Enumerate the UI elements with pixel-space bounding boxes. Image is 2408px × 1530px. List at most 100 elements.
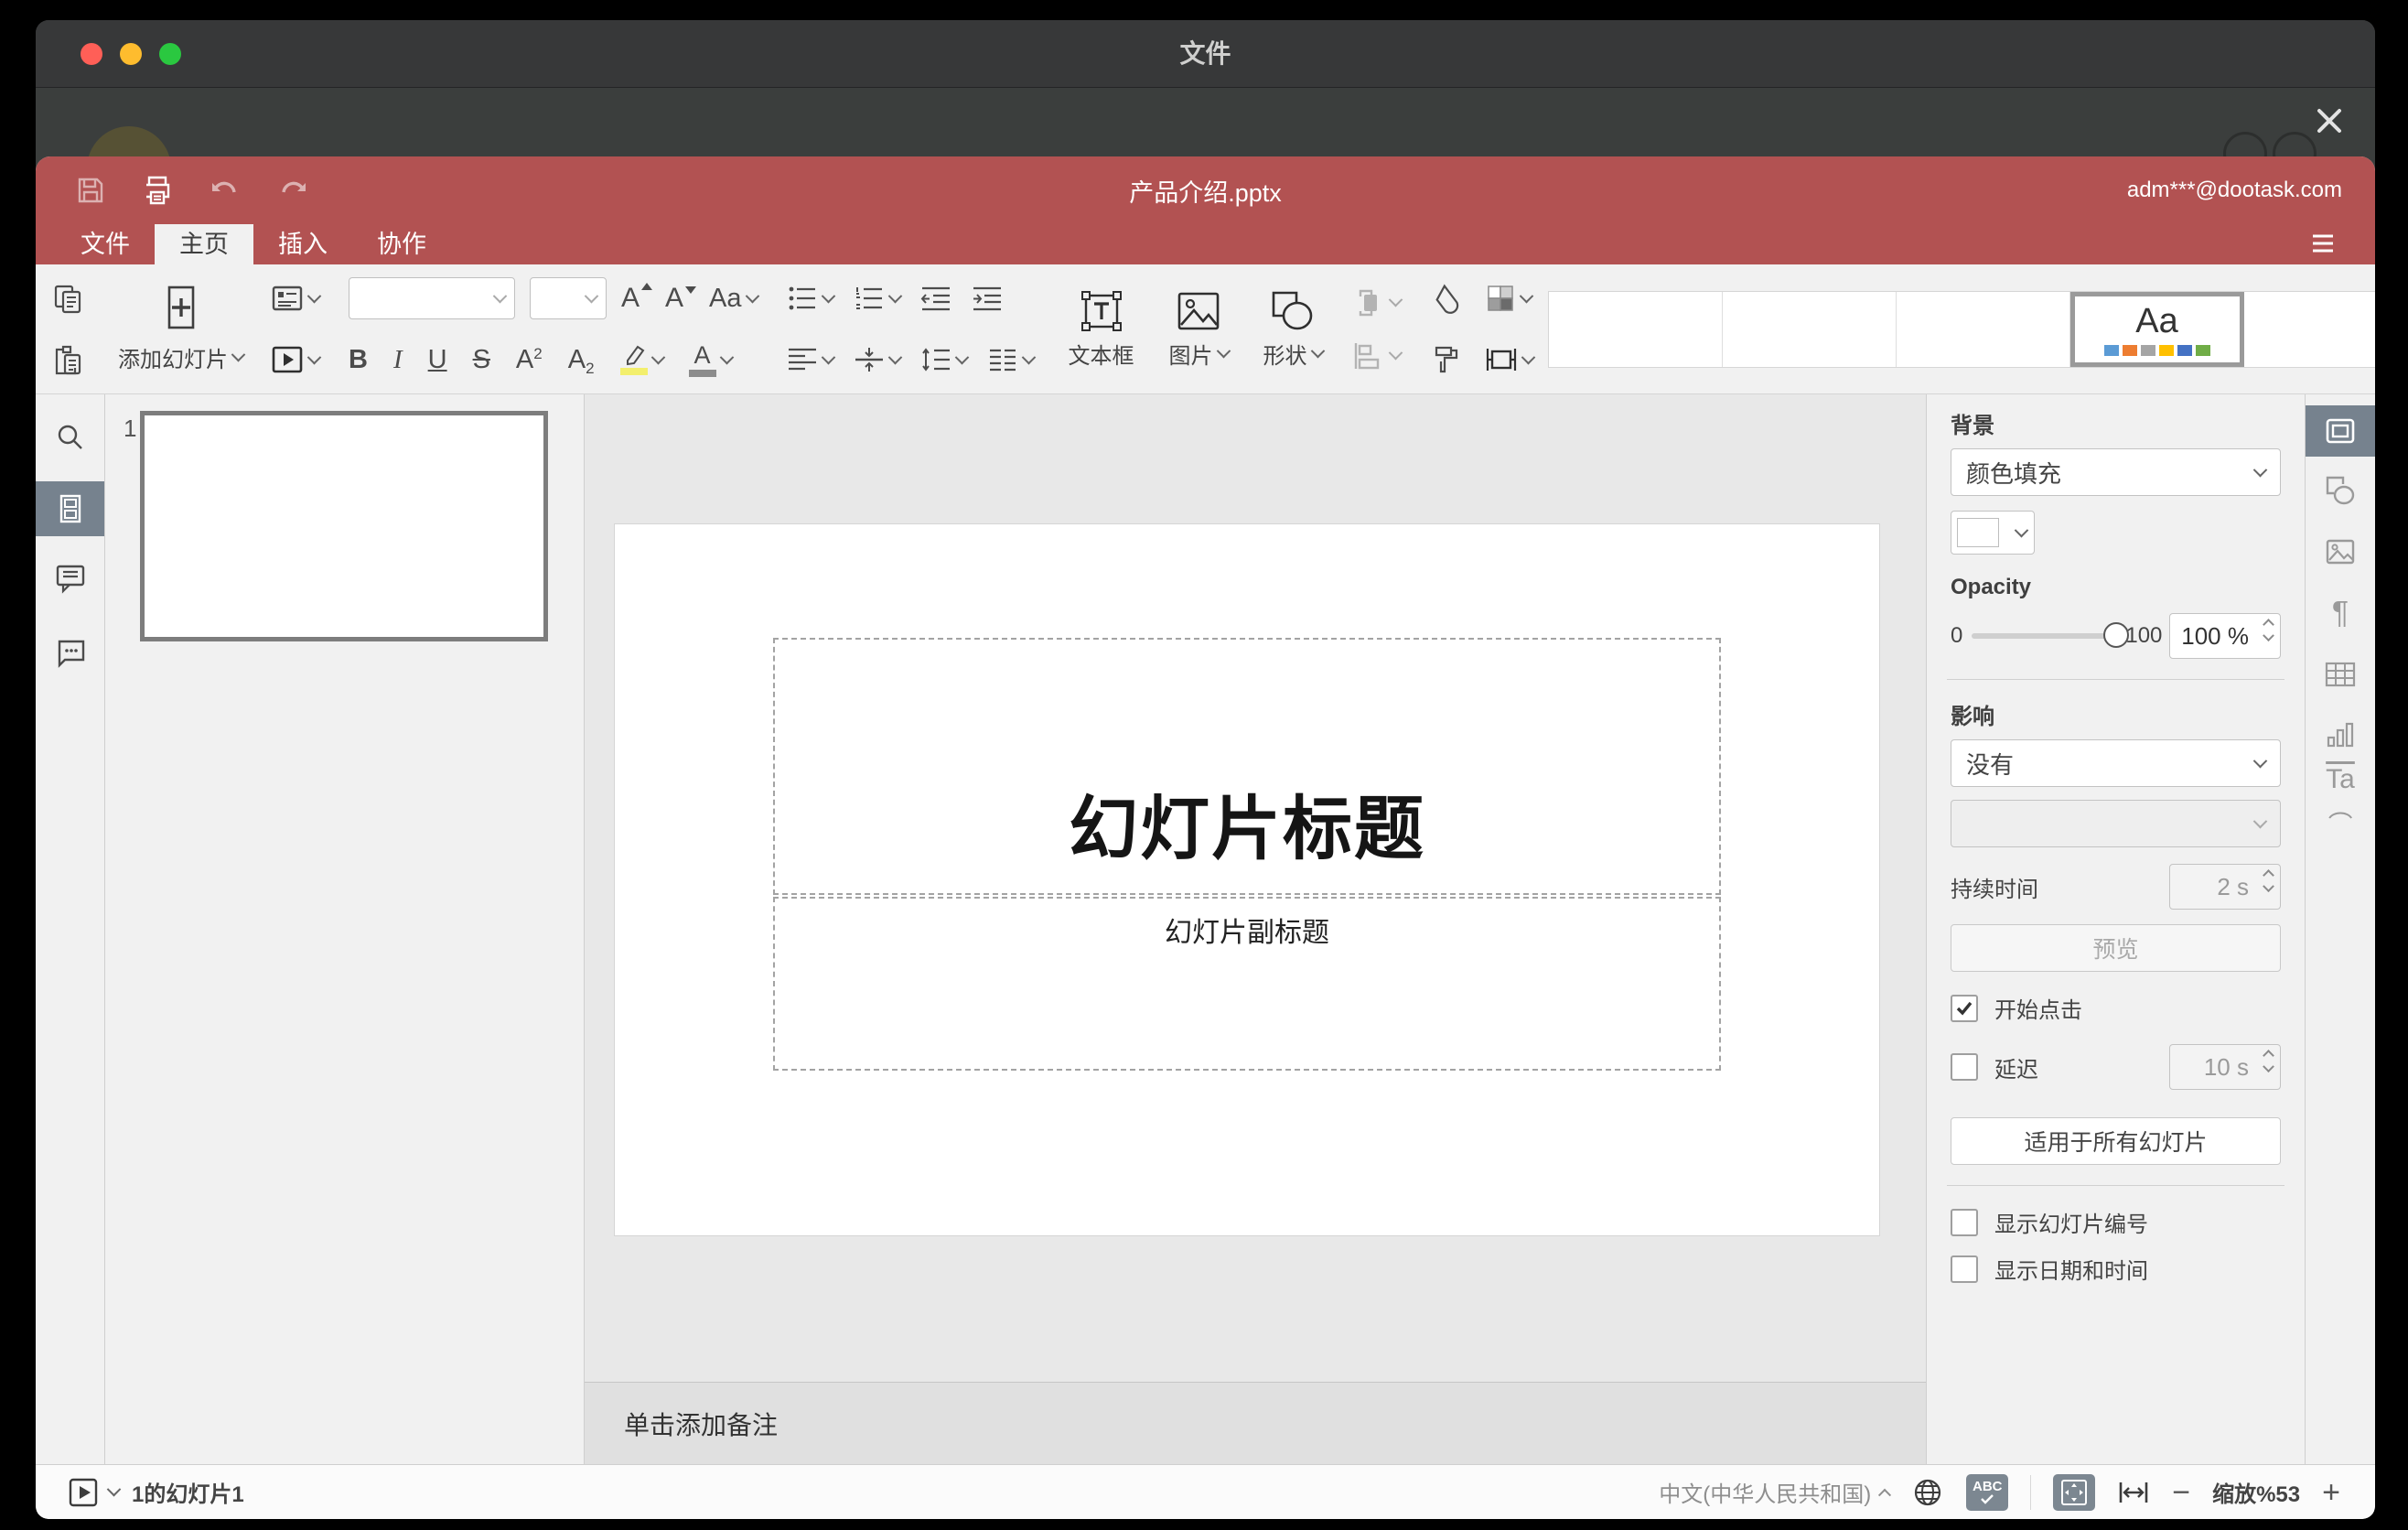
- opacity-slider[interactable]: [1972, 622, 2130, 648]
- effect-select[interactable]: 没有: [1951, 739, 2281, 787]
- decrease-font-button[interactable]: A: [665, 283, 697, 314]
- strikethrough-button[interactable]: S: [473, 345, 490, 375]
- subtitle-placeholder[interactable]: 幻灯片副标题: [773, 897, 1721, 1071]
- slide-size-button[interactable]: [1485, 344, 1535, 375]
- close-modal-icon[interactable]: [2311, 102, 2348, 139]
- language-selector[interactable]: 中文(中华人民共和国): [1659, 1476, 1892, 1508]
- spellcheck-toggle[interactable]: ABC: [1966, 1473, 2009, 1511]
- globe-icon[interactable]: [1911, 1476, 1944, 1509]
- tab-insert[interactable]: 插入: [253, 224, 352, 264]
- columns-button[interactable]: [987, 346, 1036, 373]
- theme-thumbnail[interactable]: [1722, 291, 1897, 367]
- paste-icon[interactable]: [52, 344, 83, 375]
- ribbon-tabs: 文件 主页 插入 协作: [36, 224, 2375, 264]
- effect-option-select: [1951, 800, 2281, 847]
- insert-picture-button[interactable]: 图片: [1164, 288, 1234, 370]
- start-on-click-checkbox[interactable]: [1951, 994, 1978, 1022]
- chevron-down-icon: [1216, 343, 1231, 359]
- spinner-buttons[interactable]: [2263, 619, 2274, 642]
- fill-color-picker[interactable]: [1951, 511, 2035, 555]
- chart-settings-icon[interactable]: [2323, 717, 2358, 752]
- redo-icon[interactable]: [277, 175, 308, 206]
- copy-icon[interactable]: [52, 283, 83, 314]
- slideshow-icon: [272, 346, 303, 373]
- tab-home[interactable]: 主页: [155, 224, 253, 264]
- title-placeholder[interactable]: 幻灯片标题: [773, 638, 1721, 895]
- arrange-shape-button[interactable]: [1352, 287, 1403, 318]
- slides-panel-icon[interactable]: [54, 492, 87, 525]
- chevron-down-icon[interactable]: [106, 1482, 122, 1497]
- fit-width-icon[interactable]: [2117, 1479, 2150, 1506]
- show-slide-number-checkbox[interactable]: [1951, 1208, 1978, 1236]
- save-icon[interactable]: [76, 176, 105, 205]
- font-color-button[interactable]: A: [688, 342, 734, 377]
- search-icon[interactable]: [54, 421, 87, 454]
- line-spacing-button[interactable]: [920, 346, 969, 373]
- undo-icon[interactable]: [210, 175, 241, 206]
- change-case-button[interactable]: Aa: [709, 284, 759, 314]
- numbered-list-button[interactable]: [854, 285, 902, 312]
- fit-slide-toggle[interactable]: [2053, 1473, 2096, 1511]
- horizontal-align-button[interactable]: [787, 346, 835, 373]
- italic-button[interactable]: I: [393, 345, 403, 375]
- add-slide-icon: [167, 286, 194, 329]
- columns-icon: [989, 349, 1016, 372]
- color-scheme-button[interactable]: [1485, 283, 1533, 314]
- increase-font-button[interactable]: A: [621, 283, 653, 314]
- slide-layout-button[interactable]: [271, 283, 322, 314]
- slide-canvas[interactable]: 幻灯片标题 幻灯片副标题: [615, 524, 1879, 1235]
- increase-indent-icon[interactable]: [972, 285, 1003, 312]
- vertical-align-button[interactable]: [854, 346, 902, 373]
- superscript-button[interactable]: A2: [516, 345, 543, 375]
- align-shape-button[interactable]: [1352, 340, 1403, 372]
- slide-thumbnails-panel: 1: [105, 394, 585, 1464]
- start-slideshow-button[interactable]: [271, 344, 322, 375]
- notes-area[interactable]: 单击添加备注: [585, 1382, 1926, 1464]
- paragraph-settings-icon[interactable]: ¶: [2332, 596, 2349, 631]
- font-name-select[interactable]: [349, 277, 515, 319]
- zoom-out-button[interactable]: −: [2172, 1477, 2190, 1508]
- tab-file[interactable]: 文件: [56, 224, 155, 264]
- theme-thumbnail[interactable]: [1896, 291, 2070, 367]
- delay-checkbox[interactable]: [1951, 1053, 1978, 1081]
- chat-icon[interactable]: [53, 634, 88, 669]
- copy-style-icon[interactable]: [1430, 344, 1463, 375]
- menu-hamburger-icon[interactable]: [2306, 226, 2340, 261]
- textart-settings-icon[interactable]: Ta: [2326, 764, 2355, 826]
- theme-thumbnail[interactable]: [1548, 291, 1723, 367]
- underline-button[interactable]: U: [428, 345, 447, 375]
- zoom-in-button[interactable]: +: [2322, 1477, 2340, 1508]
- shapes-icon: [1272, 291, 1313, 330]
- clear-style-icon[interactable]: [1430, 283, 1463, 314]
- numbered-list-icon: [855, 287, 882, 309]
- font-size-select[interactable]: [530, 277, 607, 319]
- comments-icon[interactable]: [53, 561, 88, 596]
- subscript-button[interactable]: A2: [568, 345, 595, 377]
- line-spacing-icon: [921, 348, 950, 372]
- apply-to-all-button[interactable]: 适用于所有幻灯片: [1951, 1117, 2281, 1165]
- notes-placeholder: 单击添加备注: [624, 1410, 779, 1439]
- show-date-time-checkbox[interactable]: [1951, 1255, 1978, 1283]
- tab-collaboration[interactable]: 协作: [352, 224, 451, 264]
- theme-thumbnail-selected[interactable]: Aa: [2069, 291, 2244, 367]
- shape-settings-icon[interactable]: [2323, 473, 2358, 508]
- table-settings-icon[interactable]: [2323, 657, 2358, 692]
- opacity-value-input[interactable]: 100 %: [2169, 613, 2281, 659]
- check-icon: [1981, 1494, 1994, 1504]
- bold-button[interactable]: B: [349, 345, 368, 375]
- slide-thumbnail-1[interactable]: [140, 411, 548, 641]
- decrease-indent-icon[interactable]: [920, 285, 951, 312]
- slide-settings-icon[interactable]: [2323, 414, 2358, 448]
- insert-shape-button[interactable]: 形状: [1258, 288, 1328, 370]
- theme-thumbnail[interactable]: [2243, 291, 2375, 367]
- print-icon[interactable]: [142, 175, 173, 206]
- bullet-list-button[interactable]: [787, 285, 835, 312]
- slide-subtitle-text: 幻灯片副标题: [1165, 918, 1329, 948]
- insert-textbox-button[interactable]: 文本框: [1063, 288, 1140, 370]
- start-slideshow-status-icon[interactable]: [67, 1476, 100, 1509]
- highlight-color-button[interactable]: [619, 344, 665, 375]
- background-fill-select[interactable]: 颜色填充: [1951, 448, 2281, 496]
- add-slide-button[interactable]: 添加幻灯片: [113, 272, 249, 386]
- effect-value: 没有: [1966, 750, 2015, 779]
- image-settings-icon[interactable]: [2323, 534, 2358, 569]
